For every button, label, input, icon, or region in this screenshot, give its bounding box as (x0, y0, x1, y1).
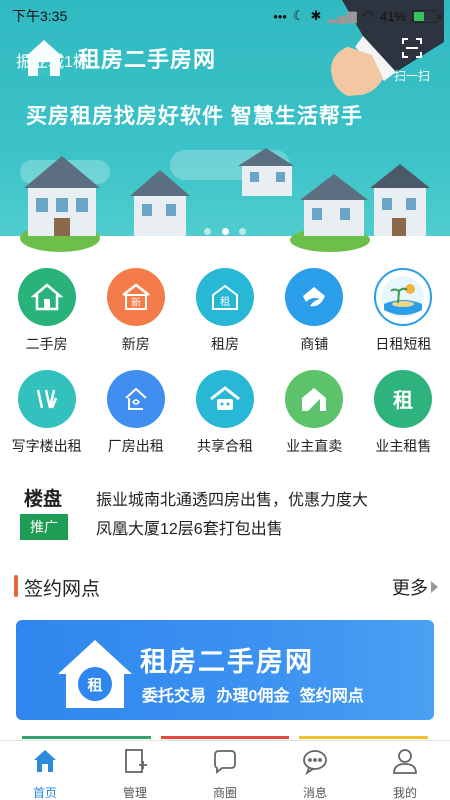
factory-icon (106, 370, 165, 428)
category-label: 业主租售 (375, 438, 432, 454)
status-time: 下午3:35 (12, 8, 68, 24)
battery-percent: 41% (379, 8, 406, 24)
card-title: 租房二手房网 (140, 647, 314, 677)
category-row-1: 二手房 新 新房 租 租房 商铺 日租短租 (0, 262, 450, 364)
news-ticker: 楼盘 推广 振业城南北通透四房出售，优惠力度大 凤凰大厦12层6套打包出售 (0, 478, 450, 548)
svg-text:租: 租 (393, 388, 413, 412)
category-office[interactable]: 写字楼出租 (2, 364, 91, 466)
shop-icon (285, 268, 344, 326)
category-label: 共享合租 (197, 438, 253, 454)
home-tab-icon (34, 750, 56, 772)
banner-slogan: 买房租房找房好软件 智慧生活帮手 (26, 105, 363, 128)
battery-icon (412, 9, 441, 23)
promo-badge: 推广 (20, 514, 68, 540)
banner-dot-active[interactable] (221, 228, 229, 235)
category-label: 新房 (121, 336, 150, 352)
scan-icon (402, 38, 422, 58)
more-link[interactable]: 更多 (392, 574, 438, 600)
tab-manage[interactable]: 管理 (90, 741, 180, 800)
news-item[interactable]: 凤凰大厦12层6套打包出售 (96, 515, 283, 539)
news-title: 楼盘 (24, 489, 63, 510)
category-owner-rent[interactable]: 租 业主租售 (359, 364, 448, 466)
category-rent[interactable]: 租 租房 (180, 262, 269, 364)
green-strip (22, 736, 151, 739)
category-label: 写字楼出租 (11, 438, 82, 454)
tab-label: 我的 (392, 786, 417, 800)
yellow-strip (299, 736, 429, 739)
card-logo-text: 租 (87, 677, 103, 694)
home-icon (17, 268, 76, 326)
category-label: 商铺 (300, 336, 329, 352)
moon-icon: ☾ (292, 8, 305, 23)
category-label: 厂房出租 (107, 438, 164, 454)
category-label: 租房 (211, 336, 239, 352)
chevron-right-icon (431, 581, 438, 593)
tab-label: 商圈 (212, 786, 237, 800)
card-subtitle: 委托交易 办理0佣金 签约网点 (142, 688, 364, 705)
section-header: 签约网点 更多 (0, 570, 450, 604)
houses-illustration (0, 148, 450, 258)
category-new-house[interactable]: 新 新房 (91, 262, 180, 364)
owner-sell-icon (285, 370, 344, 428)
scan-label: 扫一扫 (393, 69, 430, 83)
chat-circle-icon (214, 750, 236, 774)
category-shop[interactable]: 商铺 (270, 262, 359, 364)
category-label: 日租短租 (375, 336, 432, 352)
message-icon (303, 750, 327, 776)
rent-house-icon: 租 (196, 268, 254, 326)
owner-rent-icon: 租 (374, 370, 433, 428)
more-label: 更多 (392, 578, 428, 598)
tab-circle[interactable]: 商圈 (180, 741, 270, 800)
section-title: 签约网点 (24, 579, 101, 600)
news-item[interactable]: 振业城南北通透四房出售，优惠力度大 (96, 486, 368, 510)
card-logo-icon (58, 640, 132, 708)
tab-label: 管理 (122, 786, 147, 800)
signal-icon: ▂▄▆ (327, 8, 357, 23)
category-row-2: 写字楼出租 厂房出租 共享合租 业主直卖 租 业主租售 (0, 364, 450, 466)
agent-card[interactable]: 租 租房二手房网 委托交易 办理0佣金 签约网点 (16, 620, 434, 720)
office-icon (17, 370, 76, 428)
category-short-rent[interactable]: 日租短租 (359, 262, 448, 364)
tab-bar: 首页 管理 商圈 消息 我的 (0, 740, 450, 800)
tab-label: 首页 (32, 786, 57, 800)
red-strip (160, 736, 290, 739)
brand-title: 租房二手房网 (78, 47, 217, 72)
svg-text:租: 租 (220, 295, 230, 308)
tab-profile[interactable]: 我的 (360, 741, 450, 800)
category-factory[interactable]: 厂房出租 (91, 364, 180, 466)
wifi-icon: ◠ (362, 8, 374, 23)
category-share[interactable]: 共享合租 (180, 364, 269, 466)
tab-home[interactable]: 首页 (0, 741, 90, 800)
user-icon (393, 749, 417, 774)
new-house-icon: 新 (106, 268, 165, 326)
more-dots-icon: ••• (273, 8, 287, 24)
category-second-hand[interactable]: 二手房 (2, 262, 91, 364)
hero-banner[interactable]: 振业城1栋 租房二手房网 扫一扫 买房租房找房好软件 智慧生活帮手 (0, 0, 450, 258)
category-label: 业主直卖 (286, 438, 343, 454)
svg-text:新: 新 (131, 296, 141, 309)
banner-dot[interactable] (204, 228, 212, 235)
banner-pagination (0, 222, 450, 240)
share-house-icon (196, 370, 254, 428)
category-label: 二手房 (25, 336, 68, 352)
category-owner-sell[interactable]: 业主直卖 (270, 364, 359, 466)
bluetooth-icon: ✱ (310, 8, 322, 23)
manage-icon (125, 749, 147, 773)
scan-button[interactable]: 扫一扫 (388, 36, 436, 84)
banner-dot[interactable] (238, 228, 246, 235)
status-bar: 下午3:35 ••• ☾ ✱ ▂▄▆ ◠ 41% (0, 0, 450, 32)
section-accent-bar (14, 575, 18, 597)
tab-messages[interactable]: 消息 (270, 741, 360, 800)
beach-icon (374, 268, 433, 326)
category-grid: 二手房 新 新房 租 租房 商铺 日租短租 写字楼出租 厂房出租 共享合租 业主… (0, 262, 450, 466)
tab-label: 消息 (302, 786, 327, 800)
